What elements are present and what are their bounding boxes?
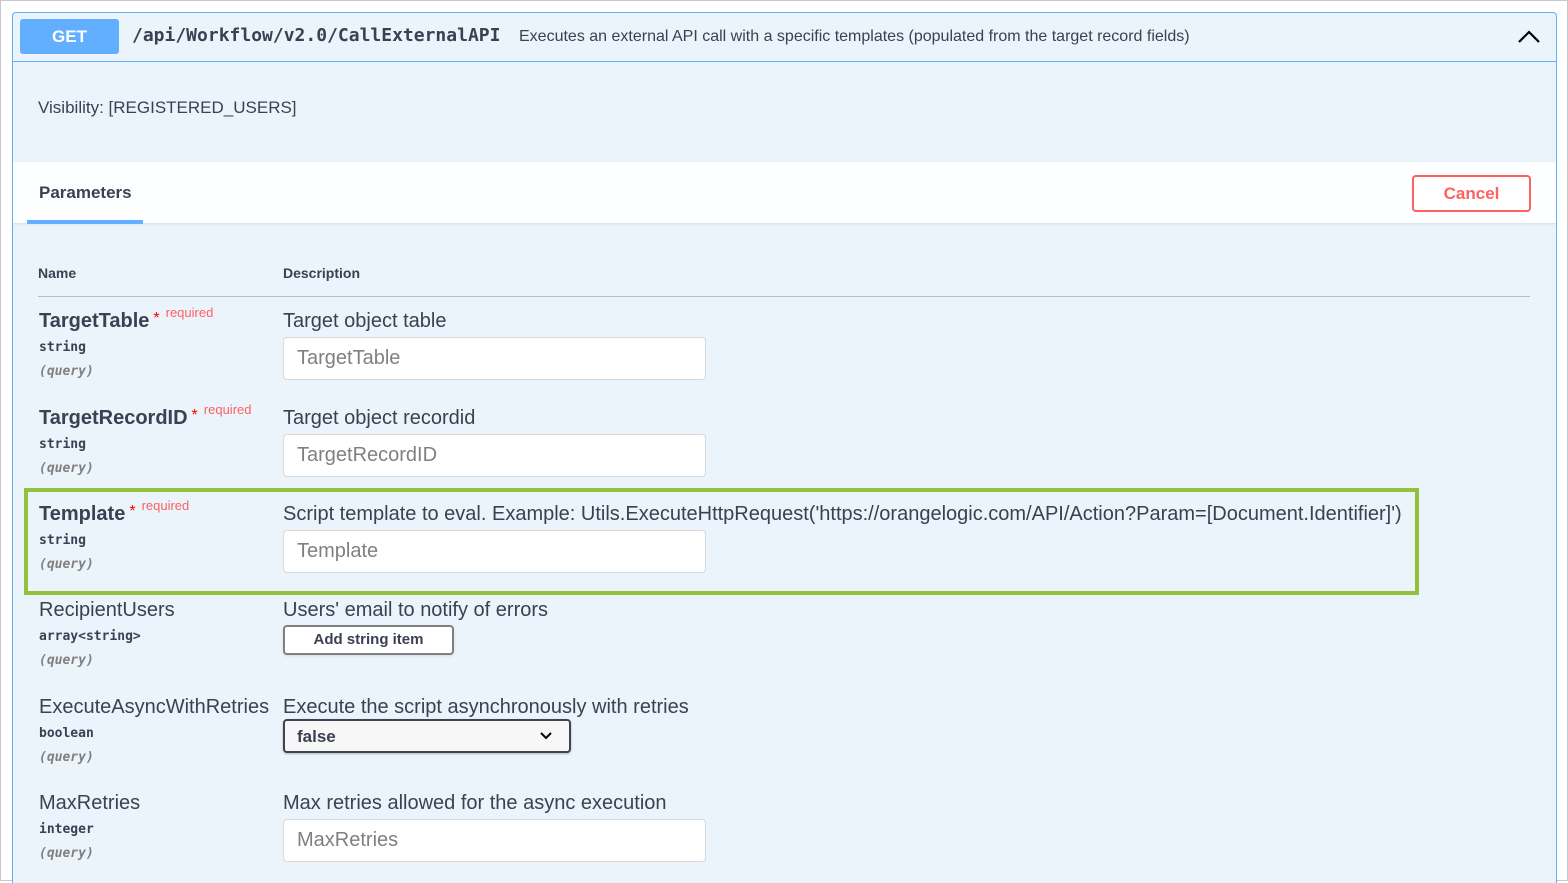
chevron-up-icon[interactable] — [1516, 26, 1542, 46]
endpoint-path: /api/Workflow/v2.0/CallExternalAPI — [132, 25, 501, 46]
required-label: required — [203, 402, 252, 417]
template-highlight-box — [24, 488, 1419, 595]
tab-parameters-label: Parameters — [39, 183, 132, 202]
visibility-text: Visibility: [REGISTERED_USERS] — [38, 98, 297, 117]
select-value: false — [297, 727, 336, 746]
param-type: boolean — [39, 726, 94, 741]
param-description: Max retries allowed for the async execut… — [283, 792, 667, 814]
param-name: MaxRetries — [39, 792, 141, 814]
tab-parameters[interactable]: Parameters — [27, 162, 143, 224]
param-type: array<string> — [39, 629, 141, 644]
endpoint-block: GET /api/Workflow/v2.0/CallExternalAPI E… — [12, 12, 1557, 883]
param-name: TargetTable * required — [39, 305, 214, 332]
param-location: (query) — [39, 750, 94, 765]
targetrecordid-input[interactable] — [283, 434, 706, 477]
param-description: Execute the script asynchronously with r… — [283, 696, 689, 718]
parameters-header: Parameters Cancel — [13, 162, 1556, 224]
param-name: TargetRecordID * required — [39, 402, 252, 429]
header-divider — [38, 296, 1530, 297]
param-name: ExecuteAsyncWithRetries — [39, 696, 270, 718]
param-location: (query) — [39, 364, 94, 379]
endpoint-summary[interactable]: GET /api/Workflow/v2.0/CallExternalAPI E… — [13, 13, 1556, 62]
param-type: integer — [39, 822, 94, 837]
executeasync-select[interactable]: false — [283, 719, 571, 753]
param-name: RecipientUsers — [39, 599, 175, 621]
column-header-description: Description — [283, 265, 361, 281]
param-location: (query) — [39, 653, 94, 668]
param-description: Users' email to notify of errors — [283, 599, 549, 621]
targettable-input[interactable] — [283, 337, 706, 380]
method-badge: GET — [20, 19, 119, 54]
column-header-name: Name — [38, 265, 77, 281]
param-location: (query) — [39, 461, 94, 476]
required-label: required — [165, 305, 214, 320]
chevron-down-icon — [540, 732, 552, 740]
param-description: Target object recordid — [283, 407, 476, 429]
maxretries-input[interactable] — [283, 819, 706, 862]
endpoint-summary-text: Executes an external API call with a spe… — [519, 28, 1190, 45]
param-description: Target object table — [283, 310, 447, 332]
param-type: string — [39, 437, 86, 452]
page-frame: GET /api/Workflow/v2.0/CallExternalAPI E… — [0, 0, 1568, 883]
param-type: string — [39, 340, 86, 355]
cancel-button[interactable]: Cancel — [1412, 175, 1531, 212]
required-star: * — [153, 310, 160, 327]
add-string-item-button[interactable]: Add string item — [283, 625, 454, 655]
param-location: (query) — [39, 846, 94, 861]
required-star: * — [191, 407, 198, 424]
